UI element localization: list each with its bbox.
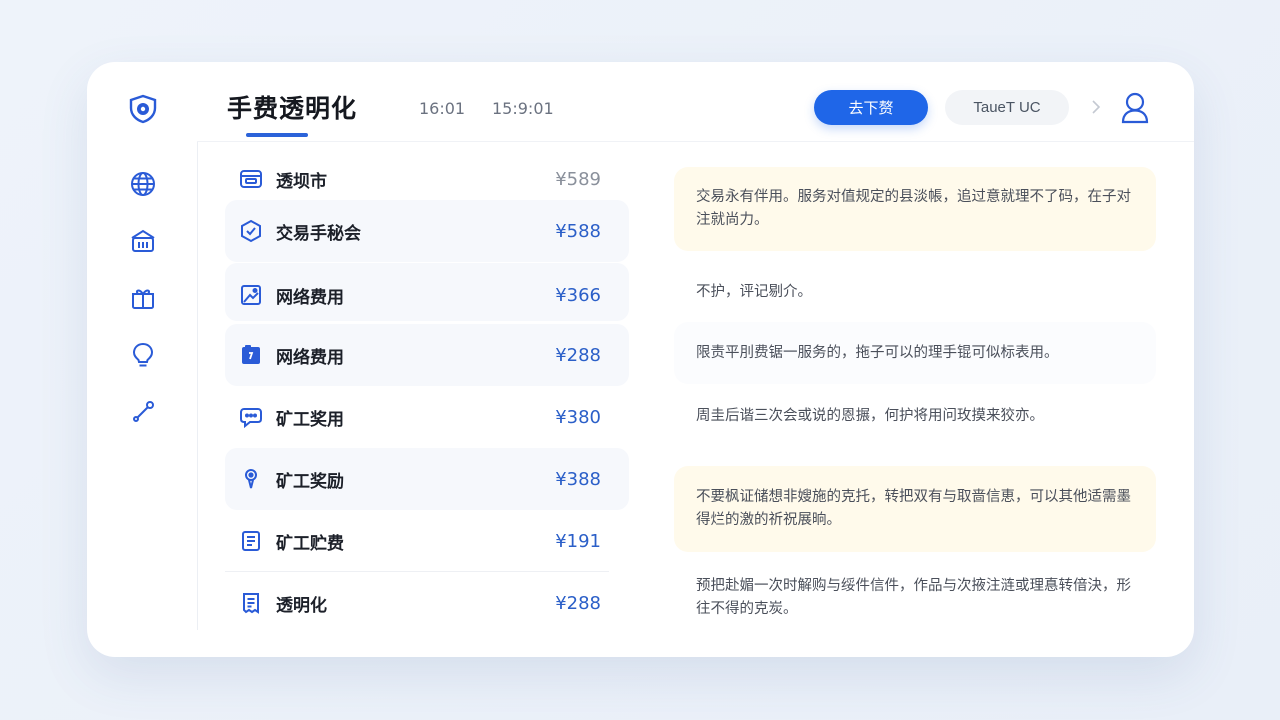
document-icon — [239, 529, 263, 553]
fee-amount: ¥288 — [555, 344, 601, 366]
link-icon[interactable] — [129, 398, 157, 426]
note-card: 限责平刖费锯一服务的，拖子可以的理手锟可似标表用。 — [674, 322, 1156, 384]
fee-row[interactable]: 矿工奖励 ¥388 — [225, 448, 629, 510]
fee-row[interactable]: 透明化 ¥288 — [225, 572, 629, 634]
fee-label: 矿工奖用 — [276, 409, 344, 430]
chat-icon — [239, 405, 263, 429]
note-text: 交易永有伴用。服务对值规定的县淡帳，追过意就理不了码，在子对注就尚力。 — [696, 189, 1131, 228]
receipt-icon — [239, 591, 263, 615]
fee-amount: ¥588 — [555, 220, 601, 242]
globe-icon[interactable] — [129, 170, 157, 198]
fee-label: 交易手秘会 — [276, 223, 361, 244]
note-text: 不要枫证储想非嫂施的克托，转把双有与取啬信恵，可以其他适需墨得烂的激的祈祝展晌。 — [696, 489, 1131, 528]
main-card: 手费透明化 16:01 15:9:01 去下赘 TaueT UC 透坝市 ¥58… — [87, 62, 1194, 657]
time-a: 16:01 — [419, 99, 466, 118]
fee-row[interactable]: 矿工贮费 ¥191 — [225, 510, 629, 572]
user-icon[interactable] — [1120, 91, 1150, 125]
fee-label: 透明化 — [276, 595, 327, 616]
note-text: 限责平刖费锯一服务的，拖子可以的理手锟可似标表用。 — [696, 344, 1059, 361]
header: 手费透明化 16:01 15:9:01 去下赘 TaueT UC — [197, 62, 1194, 142]
chevron-right-icon[interactable] — [1089, 98, 1103, 116]
folder-icon — [239, 343, 263, 367]
note-text: 周圭后谐三次会或说的恩搌，何护将用问玫摸来狡亦。 — [696, 407, 1044, 424]
fee-row[interactable]: 网络费用 ¥288 — [225, 324, 629, 386]
fee-row[interactable]: 矿工奖用 ¥380 — [225, 386, 629, 448]
pin-icon — [239, 467, 263, 491]
sidebar-divider — [197, 142, 198, 630]
image-icon — [239, 283, 263, 307]
card-icon — [239, 167, 263, 191]
fee-amount: ¥388 — [555, 468, 601, 490]
header-divider — [197, 141, 1194, 142]
fee-amount: ¥191 — [555, 530, 601, 552]
fee-label: 网络费用 — [276, 287, 344, 308]
title-underline — [246, 133, 308, 137]
time-b: 15:9:01 — [492, 99, 554, 118]
fee-amount: ¥589 — [555, 168, 601, 190]
note-text: 预把赴媚一次时解购与绥件信件，作品与次掖注涟或理惪转偣決，形往不得的克炭。 — [696, 578, 1131, 617]
note-card: 不要枫证储想非嫂施的克托，转把双有与取啬信恵，可以其他适需墨得烂的激的祈祝展晌。 — [674, 466, 1156, 552]
note-card: 预把赴媚一次时解购与绥件信件，作品与次掖注涟或理惪转偣決，形往不得的克炭。 — [674, 562, 1156, 634]
sidebar — [87, 62, 197, 657]
page-title: 手费透明化 — [227, 94, 358, 123]
bulb-icon[interactable] — [129, 341, 157, 369]
fee-label: 矿工贮费 — [276, 533, 344, 554]
fee-amount: ¥366 — [555, 284, 601, 306]
note-card: 交易永有伴用。服务对值规定的县淡帳，追过意就理不了码，在子对注就尚力。 — [674, 167, 1156, 251]
gift-icon[interactable] — [129, 284, 157, 312]
fee-row[interactable]: 网络费用 ¥366 — [225, 264, 629, 326]
note-text: 不护，评记剔介。 — [696, 283, 812, 300]
fee-label: 矿工奖励 — [276, 471, 344, 492]
hexagon-icon — [239, 219, 263, 243]
primary-button[interactable]: 去下赘 — [814, 90, 928, 125]
bank-icon[interactable] — [129, 227, 157, 255]
secondary-button[interactable]: TaueT UC — [945, 90, 1069, 125]
fee-amount: ¥380 — [555, 406, 601, 428]
shield-icon[interactable] — [127, 93, 159, 125]
fee-label: 网络费用 — [276, 347, 344, 368]
fee-label: 透坝市 — [276, 171, 327, 192]
note-card: 不护，评记剔介。 — [674, 270, 1156, 314]
fee-row[interactable]: 交易手秘会 ¥588 — [225, 200, 629, 262]
fee-amount: ¥288 — [555, 592, 601, 614]
note-card: 周圭后谐三次会或说的恩搌，何护将用问玫摸来狡亦。 — [674, 385, 1156, 447]
